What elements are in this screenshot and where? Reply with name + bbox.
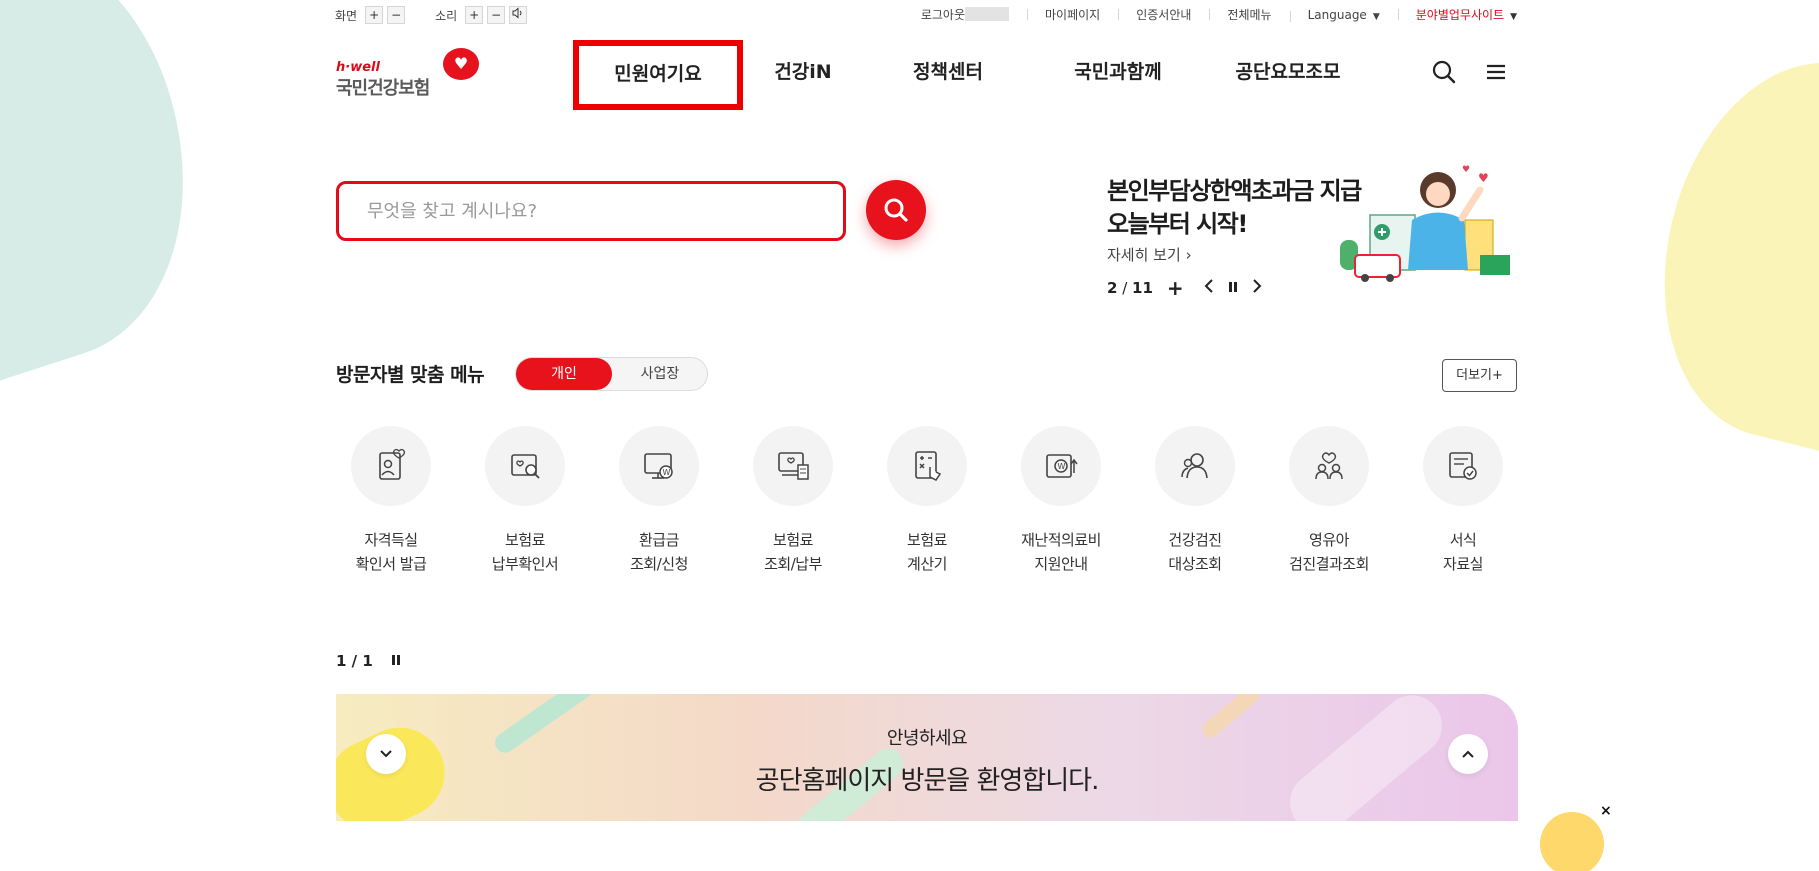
mypage-link[interactable]: 마이페이지 xyxy=(1027,6,1118,23)
popup-collapse-button[interactable] xyxy=(366,734,406,774)
language-select[interactable]: Language ▼ xyxy=(1289,8,1398,22)
banner-more-link[interactable]: 자세히 보기 › xyxy=(1107,244,1192,265)
banner-next-button[interactable] xyxy=(1252,279,1262,297)
close-icon[interactable]: × xyxy=(1600,803,1612,819)
sound-label: 소리 xyxy=(435,8,458,23)
utility-links: 로그아웃 마이페이지 인증서안내 전체메뉴 Language ▼ 분야별업무사이트… xyxy=(903,6,1517,23)
banner-prev-button[interactable] xyxy=(1204,279,1214,297)
quick-menu-item[interactable]: W 재난적의료비 지원안내 xyxy=(1006,426,1116,576)
banner-title[interactable]: 본인부담상한액초과금 지급 오늘부터 시작! xyxy=(1107,175,1362,241)
popup-pager: 1 / 1 xyxy=(336,652,373,670)
quick-menu-item[interactable]: 건강검진 대상조회 xyxy=(1140,426,1250,576)
volume-down-button[interactable]: − xyxy=(487,6,506,24)
screen-zoom-in-button[interactable]: + xyxy=(365,6,384,24)
more-button[interactable]: 더보기+ xyxy=(1442,359,1517,392)
hamburger-menu-icon[interactable] xyxy=(1482,58,1510,86)
nhis-logo[interactable]: h·well 국민건강보험 ♥ xyxy=(336,48,486,99)
speaker-icon[interactable] xyxy=(509,6,528,24)
chevron-down-icon xyxy=(380,750,392,758)
popup-message: 공단홈페이지 방문을 환영합니다. xyxy=(755,766,1100,796)
svg-text:W: W xyxy=(663,468,671,477)
receipt-heart-icon xyxy=(778,452,809,480)
calculator-icon xyxy=(915,451,942,481)
doc-search-icon xyxy=(511,454,540,479)
search-submit-button[interactable] xyxy=(866,180,926,240)
masked-username xyxy=(965,7,1010,21)
logout-link[interactable]: 로그아웃 xyxy=(903,6,1027,23)
banner-expand-button[interactable]: + xyxy=(1167,276,1184,300)
screen-zoom-out-button[interactable]: − xyxy=(387,6,406,24)
quick-menu-item[interactable]: 서식 자료실 xyxy=(1408,426,1518,576)
svg-text:♥: ♥ xyxy=(1478,171,1489,185)
family-heart-icon xyxy=(1315,452,1343,480)
form-check-icon xyxy=(1449,452,1477,480)
popup-pause-button[interactable] xyxy=(391,652,401,670)
nav-item-civil-service[interactable]: 민원여기요 xyxy=(573,40,743,110)
background-shape-right xyxy=(1626,34,1819,466)
nav-item-policy-center[interactable]: 정책센터 xyxy=(863,40,1033,110)
caret-down-icon: ▼ xyxy=(1372,11,1380,22)
svg-text:♥: ♥ xyxy=(1462,165,1470,175)
quick-menu: 자격득실 확인서 발급 보험료 납부확인서 W 환급금 조회/신청 보험료 조회/납부 … xyxy=(336,426,1518,576)
nav-item-about[interactable]: 공단요모조모 xyxy=(1203,40,1373,110)
monitor-won-icon: W xyxy=(644,453,673,479)
volume-up-button[interactable]: + xyxy=(465,6,484,24)
logo-hwell-text: h·well xyxy=(336,60,380,75)
caret-down-icon: ▼ xyxy=(1510,12,1517,22)
background-shape-left xyxy=(0,0,238,397)
welcome-popup-banner[interactable]: 안녕하세요 공단홈페이지 방문을 환영합니다. xyxy=(336,694,1518,821)
chevron-right-icon: › xyxy=(1185,246,1192,264)
svg-text:W: W xyxy=(1058,462,1066,471)
quick-menu-item[interactable]: 보험료 계산기 xyxy=(872,426,982,576)
wallet-won-icon: W xyxy=(1046,454,1078,478)
banner-pause-button[interactable] xyxy=(1228,279,1238,297)
quick-menu-item[interactable]: W 환급금 조회/신청 xyxy=(604,426,714,576)
heart-bubble-icon: ♥ xyxy=(443,48,479,80)
banner-controls: 2 / 11 + xyxy=(1107,276,1262,300)
popup-controls: 1 / 1 xyxy=(336,652,401,670)
utility-bar: 화면 + − 소리 + − 로그아웃 마이페이지 인증서안내 전체메뉴 Lang… xyxy=(335,6,1517,28)
tab-business[interactable]: 사업장 xyxy=(612,358,708,390)
screen-size-label: 화면 xyxy=(335,8,358,23)
quick-menu-item[interactable]: 보험료 납부확인서 xyxy=(470,426,580,576)
logo-main-text: 국민건강보험 xyxy=(336,78,430,99)
quick-menu-item[interactable]: 영유아 검진결과조회 xyxy=(1274,426,1384,576)
banner-illustration: ♥ ♥ xyxy=(1330,160,1520,285)
certificate-guide-link[interactable]: 인증서안내 xyxy=(1118,6,1209,23)
visitor-type-toggle: 개인 사업장 xyxy=(515,357,708,391)
tab-personal[interactable]: 개인 xyxy=(516,358,612,390)
search-icon[interactable] xyxy=(1430,58,1458,86)
nav-item-health-in[interactable]: 건강iN xyxy=(743,40,863,110)
accessibility-controls: 화면 + − 소리 + − xyxy=(335,6,528,24)
banner-pager: 2 / 11 xyxy=(1107,279,1153,297)
search-input[interactable] xyxy=(339,184,843,238)
nav-item-with-people[interactable]: 국민과함께 xyxy=(1033,40,1203,110)
id-card-icon xyxy=(379,448,406,480)
main-search-box xyxy=(336,181,846,241)
popup-expand-button[interactable] xyxy=(1448,734,1488,774)
search-icon xyxy=(884,198,908,222)
quick-menu-item[interactable]: 보험료 조회/납부 xyxy=(738,426,848,576)
popup-subtitle: 안녕하세요 xyxy=(886,728,968,749)
floating-chatbot-button[interactable] xyxy=(1540,812,1604,871)
quick-menu-item[interactable]: 자격득실 확인서 발급 xyxy=(336,426,446,576)
chevron-up-icon xyxy=(1462,750,1474,758)
main-navigation: 민원여기요 건강iN 정책센터 국민과함께 공단요모조모 xyxy=(573,40,1373,110)
all-menu-link[interactable]: 전체메뉴 xyxy=(1209,6,1289,23)
visitor-menu-title: 방문자별 맞춤 메뉴 xyxy=(336,364,485,386)
people-icon xyxy=(1181,453,1208,479)
field-sites-select[interactable]: 분야별업무사이트 ▼ xyxy=(1397,6,1517,23)
